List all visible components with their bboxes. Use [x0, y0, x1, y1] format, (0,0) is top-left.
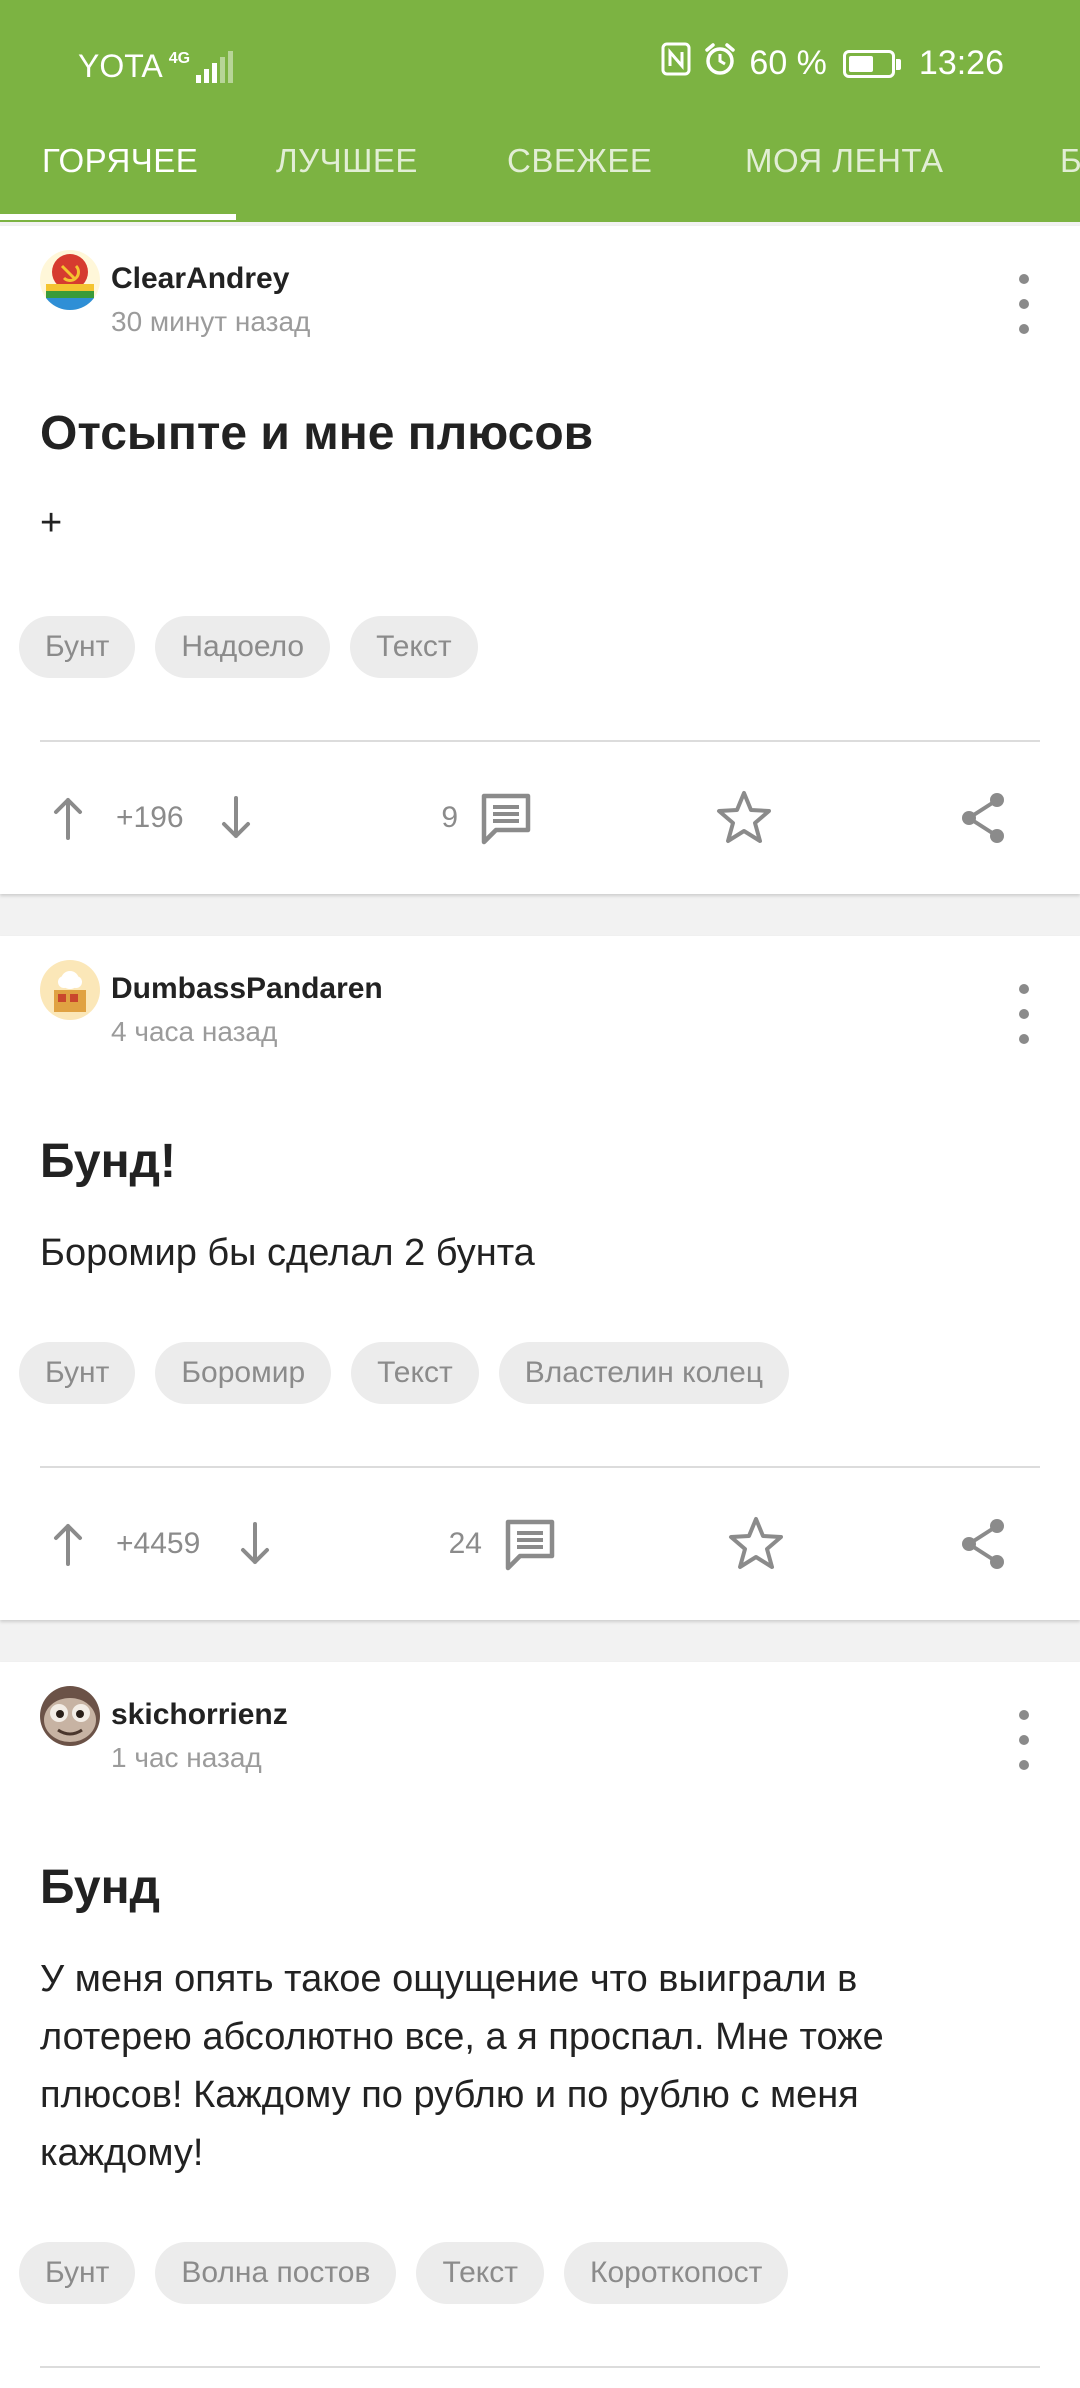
app-bar: YOTA 4G 60 % 13:26 ГОРЯЧЕЕ ЛУЧШЕЕ СВЕЖЕЕ… [0, 0, 1080, 222]
tag[interactable]: Бунт [19, 2242, 136, 2304]
tab-next[interactable]: Б [1060, 142, 1080, 180]
comment-count: 24 [448, 1527, 482, 1560]
arrow-down-icon[interactable] [235, 1514, 275, 1574]
tag-list: Бунт Боромир Текст Властелин колец [19, 1342, 790, 1404]
carrier-group: YOTA 4G [78, 48, 234, 85]
rating: +196 [116, 801, 184, 834]
tag[interactable]: Текст [350, 616, 478, 678]
comment-count: 9 [441, 801, 458, 834]
post-title[interactable]: Отсыпте и мне плюсов [40, 406, 593, 461]
divider [40, 1466, 1040, 1468]
battery-icon [842, 49, 901, 78]
more-vertical-icon[interactable] [1012, 1710, 1036, 1770]
tag[interactable]: Властелин колец [498, 1342, 790, 1404]
alarm-icon [703, 42, 737, 85]
tag[interactable]: Текст [351, 1342, 479, 1404]
post-actions: +4459 24 [0, 1514, 1080, 1574]
post-title[interactable]: Бунд! [40, 1134, 176, 1189]
author-name[interactable]: skichorrienz [111, 1698, 288, 1732]
battery-percent: 60 % [749, 44, 827, 82]
carrier-name: YOTA [78, 48, 163, 84]
post-time: 30 минут назад [111, 306, 311, 337]
avatar[interactable] [40, 1686, 100, 1746]
tab-best[interactable]: ЛУЧШЕЕ [276, 142, 418, 180]
signal-icon [196, 50, 234, 83]
tab-hot[interactable]: ГОРЯЧЕЕ [42, 142, 198, 180]
tag[interactable]: Волна постов [155, 2242, 397, 2304]
comment-icon[interactable] [476, 788, 536, 848]
tab-fresh[interactable]: СВЕЖЕЕ [507, 142, 652, 180]
tag[interactable]: Боромир [155, 1342, 332, 1404]
divider [40, 2366, 1040, 2368]
divider [40, 740, 1040, 742]
post-time: 1 час назад [111, 1742, 262, 1773]
post-card: DumbassPandaren 4 часа назад Бунд! Бором… [0, 936, 1080, 1620]
post-text: + [40, 502, 63, 544]
tag[interactable]: Текст [416, 2242, 544, 2304]
post-text: У меня опять такое ощущение что выиграли… [40, 1958, 884, 2174]
tag[interactable]: Бунт [19, 1342, 136, 1404]
author-name[interactable]: DumbassPandaren [111, 972, 383, 1006]
status-bar: YOTA 4G 60 % 13:26 [0, 0, 1080, 128]
arrow-down-icon[interactable] [216, 788, 256, 848]
post-card: ClearAndrey 30 минут назад Отсыпте и мне… [0, 226, 1080, 894]
rating: +4459 [116, 1527, 201, 1560]
post-card: skichorrienz 1 час назад Бунд У меня опя… [0, 1662, 1080, 2388]
network-type: 4G [168, 49, 191, 67]
star-icon[interactable] [714, 788, 774, 848]
post-title[interactable]: Бунд [40, 1860, 160, 1915]
post-text: Боромир бы сделал 2 бунта [40, 1232, 535, 1274]
tag[interactable]: Надоело [155, 616, 331, 678]
status-right: 60 % 13:26 [661, 42, 1004, 85]
arrow-up-icon[interactable] [48, 788, 88, 848]
tab-my-feed[interactable]: МОЯ ЛЕНТА [745, 142, 944, 180]
more-vertical-icon[interactable] [1012, 274, 1036, 334]
share-icon[interactable] [953, 788, 1013, 848]
tag[interactable]: Короткопост [563, 2242, 789, 2304]
clock: 13:26 [918, 44, 1004, 82]
share-icon[interactable] [953, 1514, 1013, 1574]
more-vertical-icon[interactable] [1012, 984, 1036, 1044]
author-name[interactable]: ClearAndrey [111, 262, 289, 296]
active-tab-indicator [0, 214, 236, 220]
tag-list: Бунт Надоело Текст [19, 616, 478, 678]
tag[interactable]: Бунт [19, 616, 136, 678]
arrow-up-icon[interactable] [48, 1514, 88, 1574]
post-actions: +196 9 [0, 788, 1080, 848]
star-icon[interactable] [726, 1514, 786, 1574]
post-time: 4 часа назад [111, 1016, 278, 1047]
comment-icon[interactable] [500, 1514, 560, 1574]
avatar[interactable] [40, 960, 100, 1020]
avatar[interactable] [40, 250, 100, 310]
nfc-icon [661, 42, 691, 85]
feed-tabs: ГОРЯЧЕЕ ЛУЧШЕЕ СВЕЖЕЕ МОЯ ЛЕНТА Б [0, 128, 1080, 222]
tag-list: Бунт Волна постов Текст Короткопост [19, 2242, 789, 2304]
